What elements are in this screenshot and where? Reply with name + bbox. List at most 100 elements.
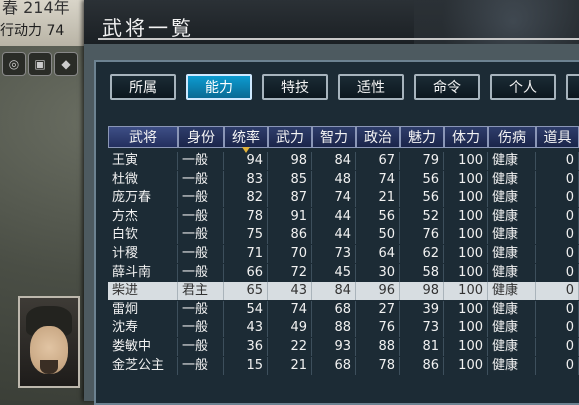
cell-injury: 健康 [488, 245, 536, 263]
tab-aptitude[interactable]: 适性 [338, 74, 404, 100]
cell-charisma: 62 [400, 245, 444, 263]
cell-status: 一般 [178, 319, 224, 338]
cell-charisma: 56 [400, 170, 444, 189]
column-header-injury[interactable]: 伤病 [488, 126, 536, 148]
cell-injury: 健康 [488, 338, 536, 356]
cell-status: 一般 [178, 170, 224, 189]
tab-command[interactable]: 命令 [414, 74, 480, 100]
cell-injury: 健康 [488, 263, 536, 282]
cell-status: 君主 [178, 282, 224, 301]
tab-ability[interactable]: 能力 [186, 74, 252, 100]
cell-officer: 薛斗南 [108, 263, 178, 282]
cell-charisma: 52 [400, 207, 444, 226]
table-row[interactable]: 王寅 一般 94 98 84 67 79 100 健康 0 [108, 152, 579, 170]
cell-injury: 健康 [488, 319, 536, 338]
cell-stamina: 100 [444, 170, 488, 189]
table-row[interactable]: 雷炯 一般 54 74 68 27 39 100 健康 0 [108, 300, 579, 319]
column-header-war[interactable]: 武力 [268, 126, 312, 148]
column-header-items[interactable]: 道具 [536, 126, 579, 148]
table-row[interactable]: 柴进 君主 65 43 84 96 98 100 健康 0 [108, 282, 579, 301]
cell-items: 0 [536, 245, 579, 263]
cell-items: 0 [536, 300, 579, 319]
cell-status: 一般 [178, 356, 224, 375]
cell-war: 70 [268, 245, 312, 263]
table-row[interactable]: 金芝公主 一般 15 21 68 78 86 100 健康 0 [108, 356, 579, 375]
table-row[interactable]: 方杰 一般 78 91 44 56 52 100 健康 0 [108, 207, 579, 226]
table-row[interactable]: 娄敏中 一般 36 22 93 88 81 100 健康 0 [108, 338, 579, 356]
title-bar: 武将一覧 [84, 0, 579, 44]
cell-intelligence: 44 [312, 226, 356, 245]
cell-politics: 74 [356, 170, 400, 189]
tab-skills[interactable]: 特技 [262, 74, 328, 100]
cell-politics: 21 [356, 189, 400, 208]
cell-officer: 白钦 [108, 226, 178, 245]
cell-intelligence: 74 [312, 189, 356, 208]
cell-charisma: 56 [400, 189, 444, 208]
cell-charisma: 73 [400, 319, 444, 338]
cell-politics: 88 [356, 338, 400, 356]
cell-officer: 沈寿 [108, 319, 178, 338]
column-header-intelligence[interactable]: 智力 [312, 126, 356, 148]
cell-injury: 健康 [488, 189, 536, 208]
cell-command: 82 [224, 189, 268, 208]
tab-affiliation[interactable]: 所属 [110, 74, 176, 100]
cell-war: 72 [268, 263, 312, 282]
map-icon[interactable]: ◎ [2, 52, 26, 76]
column-header-politics[interactable]: 政治 [356, 126, 400, 148]
scroll-icon[interactable]: ◆ [54, 52, 78, 76]
cell-charisma: 76 [400, 226, 444, 245]
column-header-charisma[interactable]: 魅力 [400, 126, 444, 148]
cell-officer: 庞万春 [108, 189, 178, 208]
cell-command: 78 [224, 207, 268, 226]
cell-charisma: 39 [400, 300, 444, 319]
cell-stamina: 100 [444, 189, 488, 208]
cell-items: 0 [536, 356, 579, 375]
table-row[interactable]: 薛斗南 一般 66 72 45 30 58 100 健康 0 [108, 263, 579, 282]
cell-injury: 健康 [488, 282, 536, 301]
cell-status: 一般 [178, 207, 224, 226]
table-row[interactable]: 庞万春 一般 82 87 74 21 56 100 健康 0 [108, 189, 579, 208]
cell-stamina: 100 [444, 338, 488, 356]
cell-items: 0 [536, 170, 579, 189]
status-hud: 春 214年 行动力 74 [0, 0, 90, 46]
table-row[interactable]: 计稷 一般 71 70 73 64 62 100 健康 0 [108, 245, 579, 263]
cell-command: 15 [224, 356, 268, 375]
cell-intelligence: 88 [312, 319, 356, 338]
window-title: 武将一覧 [102, 16, 194, 40]
cell-command: 43 [224, 319, 268, 338]
cell-items: 0 [536, 338, 579, 356]
cell-politics: 30 [356, 263, 400, 282]
table-row[interactable]: 白钦 一般 75 86 44 50 76 100 健康 0 [108, 226, 579, 245]
cell-status: 一般 [178, 226, 224, 245]
title-divider [98, 38, 579, 40]
column-header-officer[interactable]: 武将 [108, 126, 178, 148]
cell-command: 65 [224, 282, 268, 301]
table-row[interactable]: 杜微 一般 83 85 48 74 56 100 健康 0 [108, 170, 579, 189]
cell-command: 54 [224, 300, 268, 319]
tab-more[interactable] [566, 74, 579, 100]
cell-charisma: 79 [400, 152, 444, 170]
column-header-status[interactable]: 身份 [178, 126, 224, 148]
cell-injury: 健康 [488, 170, 536, 189]
tab-personal[interactable]: 个人 [490, 74, 556, 100]
grid-icon[interactable]: ▣ [28, 52, 52, 76]
cell-status: 一般 [178, 152, 224, 170]
cell-intelligence: 68 [312, 356, 356, 375]
cell-status: 一般 [178, 338, 224, 356]
cell-war: 91 [268, 207, 312, 226]
cell-stamina: 100 [444, 300, 488, 319]
cell-politics: 56 [356, 207, 400, 226]
cell-intelligence: 84 [312, 152, 356, 170]
cell-command: 66 [224, 263, 268, 282]
column-header-stamina[interactable]: 体力 [444, 126, 488, 148]
table-row[interactable]: 沈寿 一般 43 49 88 76 73 100 健康 0 [108, 319, 579, 338]
cell-stamina: 100 [444, 319, 488, 338]
column-header-command[interactable]: 统率 [224, 126, 268, 153]
cell-stamina: 100 [444, 226, 488, 245]
cell-stamina: 100 [444, 207, 488, 226]
cell-status: 一般 [178, 263, 224, 282]
action-points-text: 行动力 74 [0, 23, 65, 39]
cell-officer: 雷炯 [108, 300, 178, 319]
cell-command: 75 [224, 226, 268, 245]
cell-intelligence: 93 [312, 338, 356, 356]
